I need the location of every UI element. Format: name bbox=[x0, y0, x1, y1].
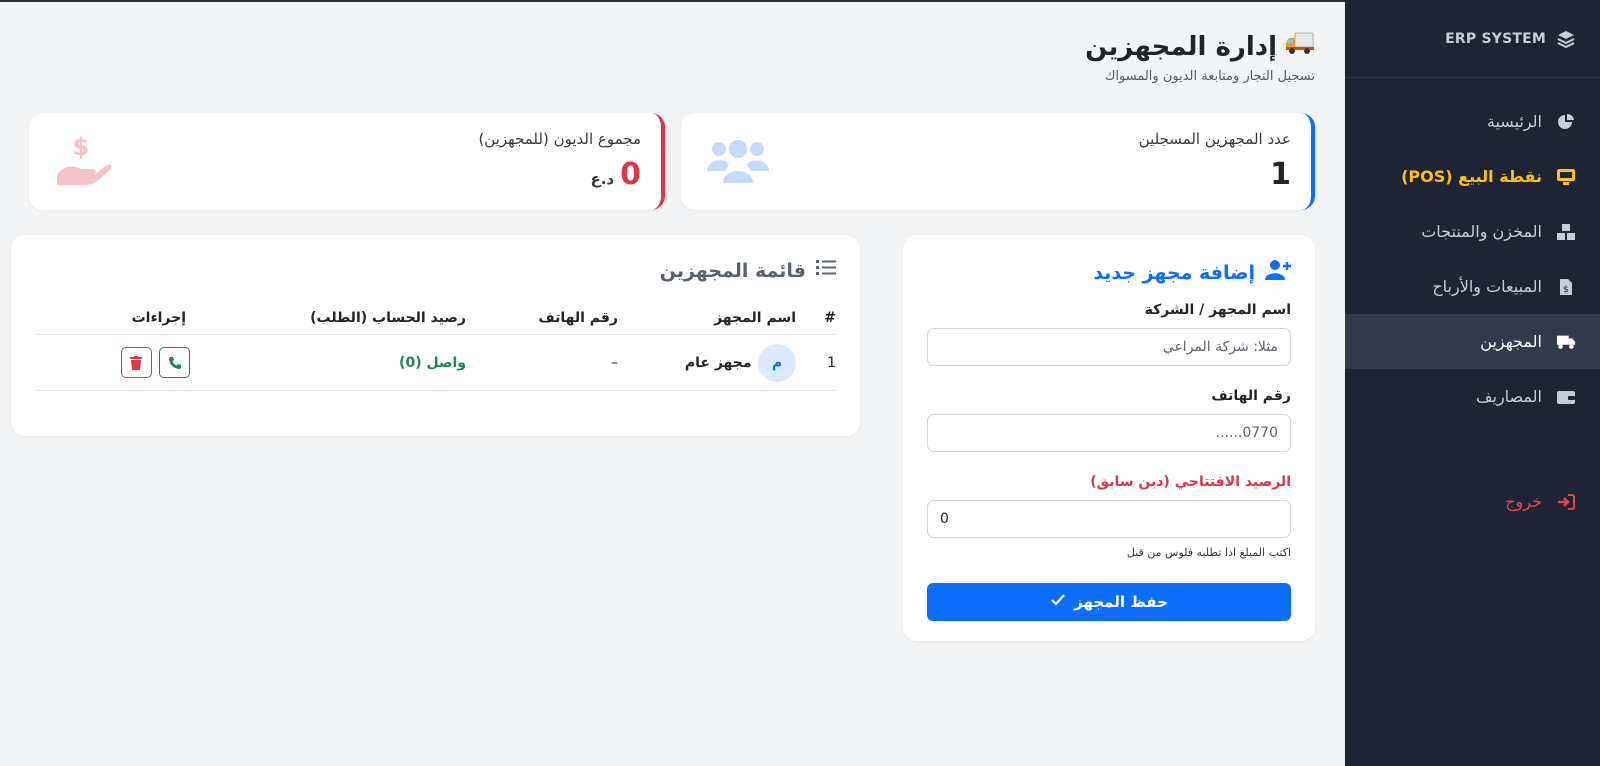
stat-value: 1 bbox=[1270, 157, 1291, 192]
pie-chart-icon bbox=[1556, 112, 1576, 132]
svg-text:$: $ bbox=[73, 135, 90, 161]
sidebar-item-label: المبيعات والأرباح bbox=[1432, 277, 1542, 296]
column-header: رقم الهاتف bbox=[466, 302, 618, 335]
truck-emoji-icon bbox=[1285, 30, 1315, 63]
phone-cell: – bbox=[466, 334, 618, 391]
sidebar-item-label: المصاريف bbox=[1475, 387, 1542, 406]
supplier-cell: م مجهز عام bbox=[618, 334, 796, 391]
avatar: م bbox=[758, 343, 796, 382]
table-row: 1 م مجهز عام – واصل (0) bbox=[36, 334, 836, 391]
suppliers-count-value: 1 bbox=[1270, 157, 1291, 192]
currency-label: د.ع bbox=[590, 170, 615, 188]
save-label: حفظ المجهز bbox=[1074, 593, 1168, 611]
opening-balance-label: الرصيد الافتتاحي (دين سابق) bbox=[1090, 474, 1291, 490]
list-title-text: قائمة المجهزين bbox=[659, 259, 806, 282]
sidebar-item-expenses[interactable]: المصاريف bbox=[1345, 369, 1600, 424]
total-debt-value: 0 bbox=[620, 157, 641, 192]
invoice-dollar-icon: $ bbox=[1556, 277, 1576, 297]
hand-dollar-icon: $ bbox=[55, 133, 113, 191]
monitor-icon bbox=[1556, 167, 1576, 187]
opening-balance-hint: اكتب المبلغ اذا تطلبه فلوس من قبل bbox=[1126, 546, 1291, 559]
delete-button[interactable] bbox=[120, 347, 152, 378]
list-title: قائمة المجهزين bbox=[35, 259, 836, 282]
phone-label: رقم الهاتف bbox=[1211, 388, 1291, 404]
sidebar-item-label: المخزن والمنتجات bbox=[1421, 222, 1542, 241]
table-header-row: # اسم المجهز رقم الهاتف رصيد الحساب (الط… bbox=[36, 302, 836, 335]
suppliers-table: # اسم المجهز رقم الهاتف رصيد الحساب (الط… bbox=[36, 302, 836, 391]
phone-input[interactable] bbox=[927, 414, 1291, 452]
main-content: إدارة المجهزين تسجيل التجار ومتابعة الدي… bbox=[0, 0, 1345, 766]
wallet-icon bbox=[1556, 387, 1576, 407]
sidebar: ERP SYSTEM الرئيسية نقطة البيع (POS) الم… bbox=[1345, 0, 1600, 766]
column-header: # bbox=[796, 302, 836, 335]
row-index: 1 bbox=[796, 334, 836, 391]
suppliers-list-card: قائمة المجهزين # اسم المجهز رقم الهاتف ر… bbox=[11, 235, 860, 436]
sidebar-item-pos[interactable]: نقطة البيع (POS) bbox=[1345, 149, 1600, 204]
sidebar-item-label: الرئيسية bbox=[1486, 112, 1542, 131]
user-plus-icon bbox=[1265, 259, 1291, 286]
logout-label: خروج bbox=[1505, 492, 1542, 511]
sidebar-nav: الرئيسية نقطة البيع (POS) المخزن والمنتج… bbox=[1345, 94, 1600, 529]
save-supplier-button[interactable]: حفظ المجهز bbox=[927, 583, 1291, 621]
check-icon bbox=[1050, 593, 1066, 611]
column-header: إجراءات bbox=[36, 302, 226, 335]
trash-icon bbox=[130, 355, 143, 370]
add-supplier-card: إضافة مجهز جديد اسم المجهز / الشركة رقم … bbox=[903, 235, 1315, 641]
layers-icon bbox=[1556, 29, 1576, 49]
balance-cell: واصل (0) bbox=[226, 334, 466, 391]
brand-name: ERP SYSTEM bbox=[1445, 30, 1546, 47]
phone-icon bbox=[168, 356, 181, 369]
supplier-name: مجهز عام bbox=[684, 354, 752, 371]
truck-icon bbox=[1556, 332, 1576, 352]
page-title: إدارة المجهزين bbox=[1085, 30, 1315, 63]
stat-label: عدد المجهزين المسجلين bbox=[1138, 130, 1291, 148]
sidebar-item-inventory[interactable]: المخزن والمنتجات bbox=[1345, 204, 1600, 259]
form-title: إضافة مجهز جديد bbox=[927, 259, 1291, 286]
actions-cell bbox=[36, 334, 226, 391]
stat-card-total-debt: مجموع الديون (للمجهزين) 0 د.ع $ bbox=[29, 113, 665, 210]
supplier-name-input[interactable] bbox=[927, 328, 1291, 366]
boxes-icon bbox=[1556, 222, 1576, 242]
stat-card-suppliers-count: عدد المجهزين المسجلين 1 bbox=[681, 113, 1315, 210]
sidebar-item-home[interactable]: الرئيسية bbox=[1345, 94, 1600, 149]
call-button[interactable] bbox=[159, 347, 190, 378]
form-title-text: إضافة مجهز جديد bbox=[1093, 261, 1255, 284]
sidebar-item-sales[interactable]: $ المبيعات والأرباح bbox=[1345, 259, 1600, 314]
sidebar-item-label: نقطة البيع (POS) bbox=[1401, 167, 1542, 186]
sign-out-icon bbox=[1556, 492, 1576, 512]
sidebar-item-suppliers[interactable]: المجهزين bbox=[1345, 314, 1600, 369]
list-icon bbox=[816, 259, 836, 282]
page-header: إدارة المجهزين تسجيل التجار ومتابعة الدي… bbox=[1085, 30, 1315, 85]
page-subtitle: تسجيل التجار ومتابعة الديون والمسواك bbox=[1104, 69, 1315, 84]
stat-value: 0 د.ع bbox=[590, 157, 641, 192]
logout-link[interactable]: خروج bbox=[1345, 474, 1600, 529]
name-label: اسم المجهز / الشركة bbox=[1144, 302, 1291, 318]
users-icon bbox=[707, 135, 769, 189]
stat-label: مجموع الديون (للمجهزين) bbox=[478, 130, 641, 148]
opening-balance-input[interactable] bbox=[927, 500, 1291, 538]
svg-text:$: $ bbox=[1563, 285, 1569, 295]
column-header: اسم المجهز bbox=[618, 302, 796, 335]
sidebar-item-label: المجهزين bbox=[1480, 332, 1542, 351]
column-header: رصيد الحساب (الطلب) bbox=[226, 302, 466, 335]
page-title-text: إدارة المجهزين bbox=[1085, 31, 1277, 62]
brand: ERP SYSTEM bbox=[1345, 0, 1600, 78]
